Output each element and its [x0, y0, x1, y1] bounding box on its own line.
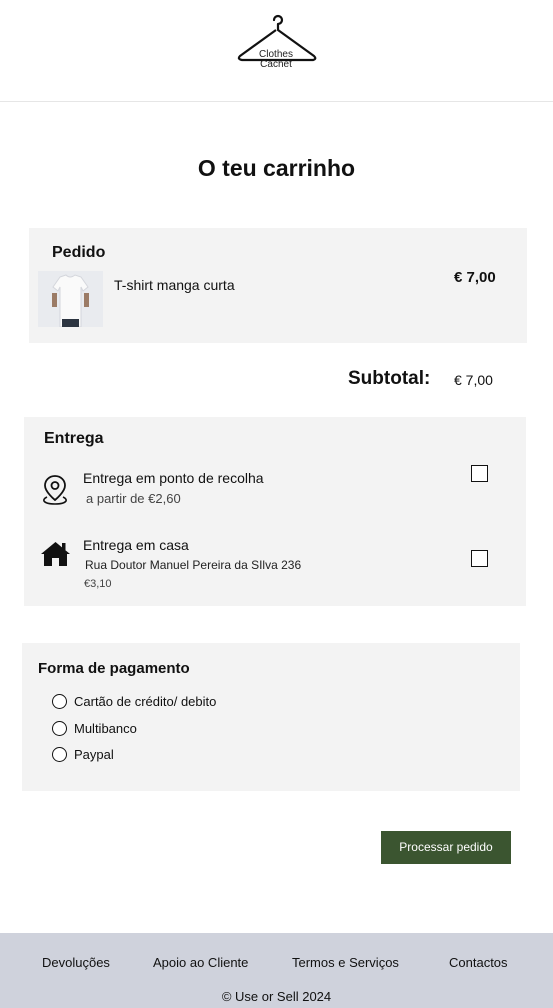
payment-heading: Forma de pagamento — [38, 660, 190, 677]
radio-button[interactable] — [52, 747, 67, 762]
subtotal-value: € 7,00 — [454, 372, 493, 388]
home-delivery-checkbox[interactable] — [471, 550, 488, 567]
home-delivery-title: Entrega em casa — [83, 537, 189, 553]
subtotal-label: Subtotal: — [348, 368, 431, 389]
payment-option-label: Paypal — [74, 747, 114, 762]
tshirt-image — [38, 271, 103, 327]
brand-logo[interactable]: Clothes Cachet — [226, 14, 326, 76]
pickup-option-title: Entrega em ponto de recolha — [83, 470, 264, 486]
payment-option-label: Cartão de crédito/ debito — [74, 694, 217, 709]
order-panel: Pedido T-shirt manga curta € 7,00 — [29, 228, 527, 343]
site-header: Clothes Cachet — [0, 0, 553, 102]
footer-link-contacts[interactable]: Contactos — [449, 955, 508, 970]
process-order-button[interactable]: Processar pedido — [381, 831, 511, 864]
radio-button[interactable] — [52, 721, 67, 736]
logo-text-line2: Cachet — [260, 59, 292, 70]
delivery-heading: Entrega — [44, 430, 104, 447]
payment-panel: Forma de pagamento Cartão de crédito/ de… — [22, 643, 520, 791]
product-name[interactable]: T-shirt manga curta — [114, 277, 235, 293]
site-footer: Devoluções Apoio ao Cliente Termos e Ser… — [0, 933, 553, 1008]
order-heading: Pedido — [52, 244, 106, 261]
page-title: O teu carrinho — [197, 155, 356, 181]
home-delivery-address: Rua Doutor Manuel Pereira da SIlva 236 — [85, 558, 302, 572]
pickup-option-price: a partir de €2,60 — [86, 491, 181, 506]
product-price: € 7,00 — [454, 269, 496, 286]
map-pin-icon — [43, 475, 67, 505]
home-delivery-price: €3,10 — [84, 578, 112, 590]
house-icon — [41, 542, 70, 566]
pickup-option-checkbox[interactable] — [471, 465, 488, 482]
footer-link-support[interactable]: Apoio ao Cliente — [153, 955, 248, 970]
radio-button[interactable] — [52, 694, 67, 709]
footer-link-returns[interactable]: Devoluções — [42, 955, 110, 970]
product-thumbnail[interactable] — [38, 271, 103, 327]
copyright-text: © Use or Sell 2024 — [221, 989, 332, 1004]
delivery-panel: Entrega Entrega em ponto de recolha a pa… — [24, 417, 526, 606]
payment-option-label: Multibanco — [74, 721, 137, 736]
footer-link-terms[interactable]: Termos e Serviços — [292, 955, 399, 970]
